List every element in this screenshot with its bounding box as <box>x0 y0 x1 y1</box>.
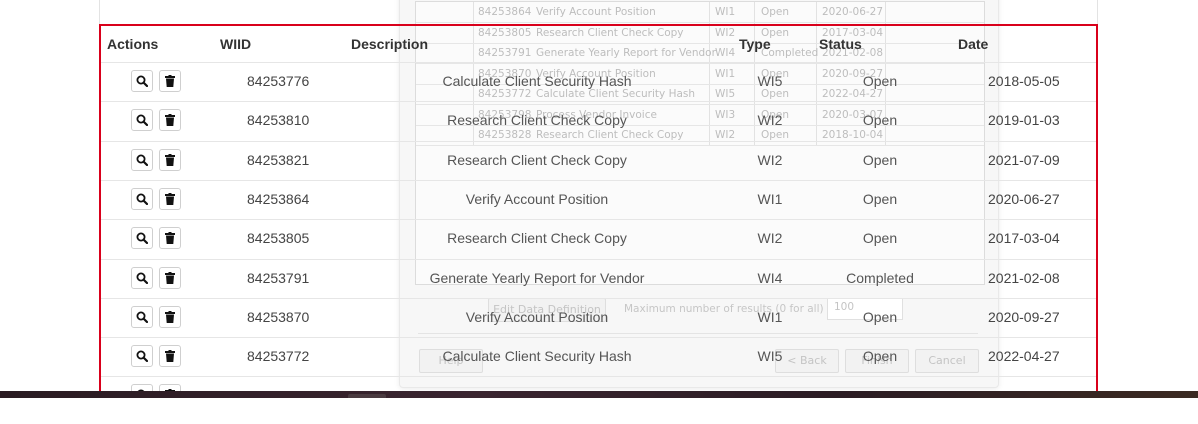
search-icon <box>136 75 148 87</box>
view-button[interactable] <box>131 70 153 92</box>
view-button[interactable] <box>131 227 153 250</box>
table-header: Actions WIID Description Type Status Dat… <box>101 26 1096 63</box>
delete-button[interactable] <box>159 148 181 171</box>
view-button[interactable] <box>131 305 153 328</box>
view-button[interactable] <box>131 345 153 368</box>
delete-button[interactable] <box>159 345 181 368</box>
date-cell: 2021-07-09 <box>988 151 1060 168</box>
delete-button[interactable] <box>159 305 181 328</box>
table-row: 84253864 Verify Account Position WI1 Ope… <box>101 179 1096 219</box>
table-row: 84253791 Generate Yearly Report for Vend… <box>101 258 1096 298</box>
date-cell: 2017-03-04 <box>988 230 1060 247</box>
taskbar-tab[interactable] <box>348 394 386 398</box>
background-dialog-type-cell: WI1 <box>715 6 736 18</box>
wiid-cell: 84253772 <box>247 348 310 365</box>
delete-button[interactable] <box>159 187 181 210</box>
view-button[interactable] <box>131 266 153 289</box>
trash-icon <box>165 114 175 127</box>
trash-icon <box>165 232 175 245</box>
date-cell: 2019-01-03 <box>988 112 1060 129</box>
trash-icon <box>165 271 175 284</box>
table-row-partial <box>101 376 1096 393</box>
background-dialog-date-cell: 2020-06-27 <box>822 6 884 18</box>
wiid-cell: 84253805 <box>247 230 310 247</box>
header-actions: Actions <box>107 36 159 52</box>
trash-icon <box>165 310 175 323</box>
search-icon <box>136 350 148 363</box>
table-row: 84253776 Calculate Client Security Hash … <box>101 62 1096 101</box>
header-type[interactable]: Type <box>739 36 771 52</box>
view-button[interactable] <box>131 109 153 132</box>
date-cell: 2018-05-05 <box>988 73 1060 89</box>
wiid-cell: 84253791 <box>247 269 310 286</box>
date-cell: 2020-06-27 <box>988 190 1060 207</box>
background-dialog-status-cell: Open <box>761 6 790 18</box>
search-icon <box>136 154 148 166</box>
search-icon <box>136 311 148 323</box>
search-icon <box>136 272 148 284</box>
search-icon <box>136 232 148 245</box>
wiid-cell: 84253870 <box>247 308 310 325</box>
delete-button[interactable] <box>159 109 181 132</box>
table-row: 84253821 Research Client Check Copy WI2 … <box>101 140 1096 180</box>
background-dialog-wiid-cell: 84253864 <box>478 6 532 18</box>
background-dialog-description-cell: Verify Account Position <box>536 6 656 18</box>
table-row: 84253772 Calculate Client Security Hash … <box>101 337 1096 376</box>
wiid-cell: 84253810 <box>247 112 310 129</box>
wiid-cell: 84253864 <box>247 190 310 207</box>
header-date[interactable]: Date <box>958 36 988 52</box>
header-status[interactable]: Status <box>819 36 862 52</box>
search-icon <box>136 193 148 205</box>
background-dialog-row: 84253864 Verify Account Position WI1 Open 20… <box>416 2 984 23</box>
trash-icon <box>165 192 175 205</box>
date-cell: 2020-09-27 <box>988 308 1060 325</box>
table-row: 84253810 Research Client Check Copy WI2 … <box>101 101 1096 140</box>
view-button[interactable] <box>131 187 153 210</box>
header-wiid[interactable]: WIID <box>220 36 251 52</box>
delete-button[interactable] <box>159 266 181 289</box>
trash-icon <box>165 350 175 363</box>
trash-icon <box>165 75 175 87</box>
table-row: 84253870 Verify Account Position WI1 Ope… <box>101 297 1096 337</box>
page-frame-left <box>99 0 100 392</box>
delete-button[interactable] <box>159 70 181 92</box>
delete-button[interactable] <box>159 227 181 250</box>
date-cell: 2022-04-27 <box>988 348 1060 365</box>
wiid-cell: 84253776 <box>247 73 310 89</box>
table-row: 84253805 Research Client Check Copy WI2 … <box>101 219 1096 258</box>
trash-icon <box>165 153 175 166</box>
page-frame-right <box>1097 0 1098 392</box>
date-cell: 2021-02-08 <box>988 269 1060 286</box>
taskbar <box>0 391 1198 398</box>
view-button[interactable] <box>131 148 153 171</box>
header-description[interactable]: Description <box>351 36 428 52</box>
wiid-cell: 84253821 <box>247 151 310 168</box>
search-icon <box>136 114 148 127</box>
